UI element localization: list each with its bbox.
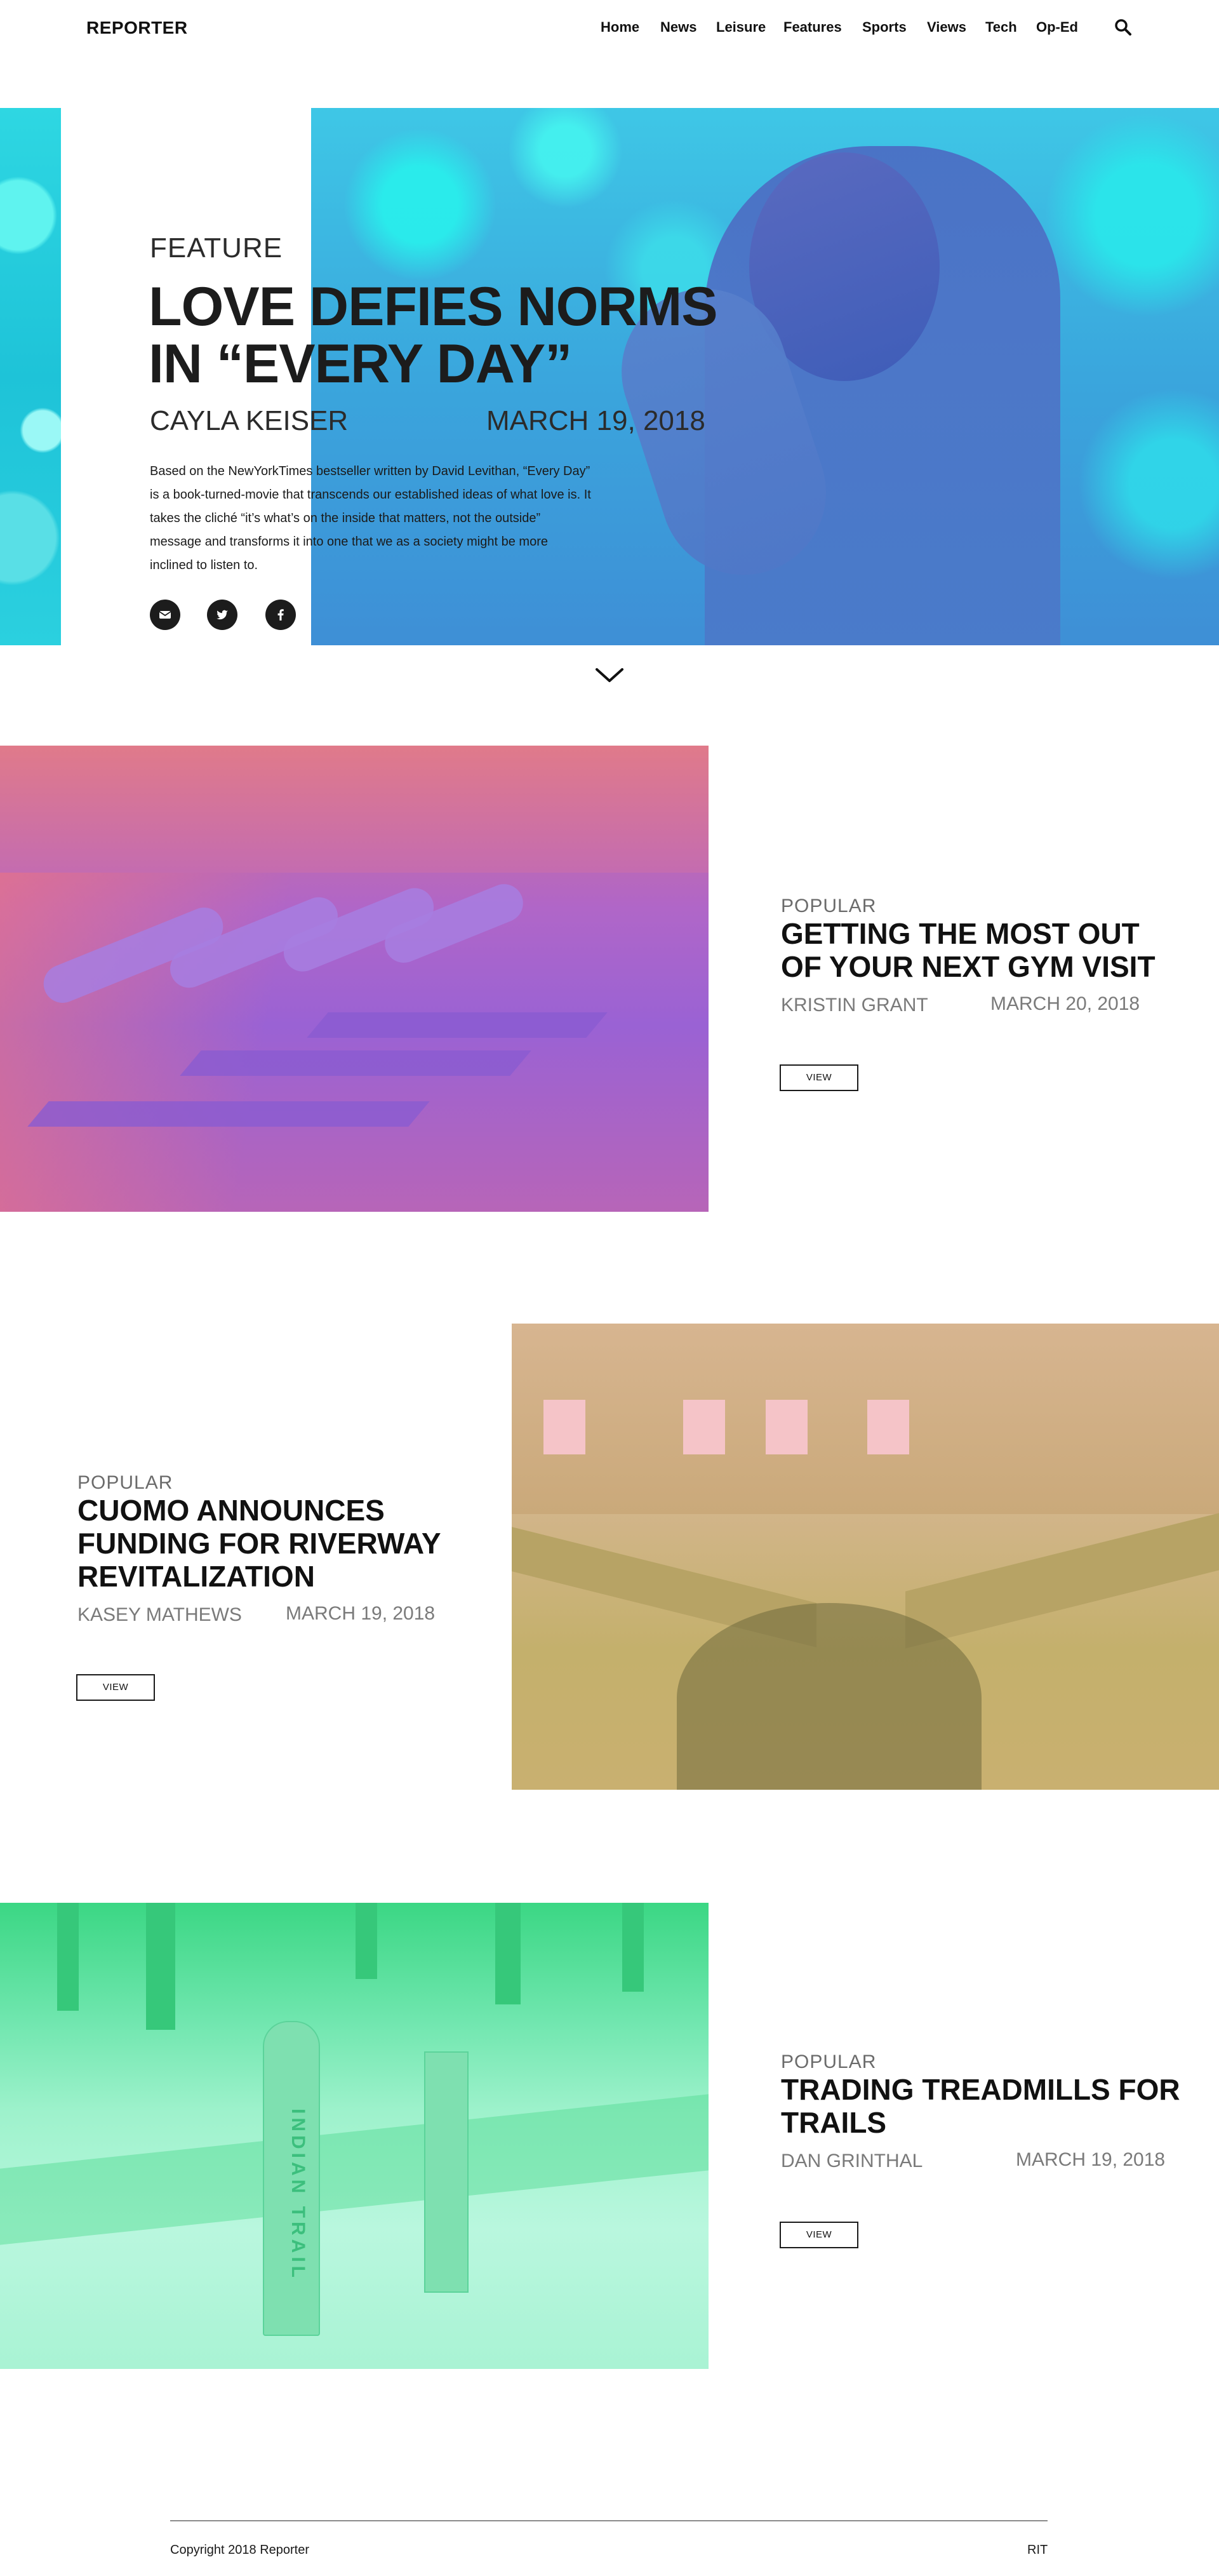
gym-image-floor	[307, 1012, 608, 1038]
trail-image-tree	[356, 1903, 377, 1979]
article-image-trail[interactable]	[0, 1903, 709, 2369]
article-title-line: TRAILS	[781, 2106, 887, 2139]
footer-divider	[170, 2520, 1048, 2521]
trail-image-tree	[495, 1903, 521, 2004]
nav-leisure[interactable]: Leisure	[716, 19, 766, 36]
nav-news[interactable]: News	[660, 19, 696, 36]
trail-image-shadow	[0, 2094, 709, 2245]
river-image-wall	[512, 1324, 1219, 1514]
article-category: POPULAR	[77, 1472, 173, 1493]
trail-image-post	[424, 2051, 469, 2293]
facebook-icon[interactable]	[265, 600, 296, 630]
hero-author: CAYLA KEISER	[150, 405, 349, 436]
article-title[interactable]: CUOMO ANNOUNCES FUNDING FOR RIVERWAY REV…	[77, 1494, 441, 1593]
article-title[interactable]: GETTING THE MOST OUT OF YOUR NEXT GYM VI…	[781, 917, 1156, 983]
nav-features[interactable]: Features	[783, 19, 842, 36]
river-image-window	[766, 1400, 808, 1454]
article-title-line: TRADING TREADMILLS FOR	[781, 2073, 1180, 2106]
twitter-icon[interactable]	[207, 600, 237, 630]
river-image-window	[867, 1400, 909, 1454]
nav-op-ed[interactable]: Op-Ed	[1036, 19, 1078, 36]
article-title-line: OF YOUR NEXT GYM VISIT	[781, 950, 1156, 983]
article-title[interactable]: TRADING TREADMILLS FOR TRAILS	[781, 2073, 1180, 2139]
hero-title-line-2: IN “EVERY DAY”	[149, 333, 572, 394]
river-image-figure	[677, 1603, 982, 1790]
article-category: POPULAR	[781, 896, 877, 916]
footer-rit-link[interactable]: RIT	[1027, 2543, 1048, 2558]
nav-tech[interactable]: Tech	[985, 19, 1017, 36]
article-category: POPULAR	[781, 2051, 877, 2072]
hero-title-line-1: LOVE DEFIES NORMS	[149, 276, 718, 337]
article-title-line: CUOMO ANNOUNCES	[77, 1494, 385, 1527]
chevron-down-icon[interactable]	[593, 666, 626, 685]
article-title-line: REVITALIZATION	[77, 1560, 315, 1593]
river-image-window	[543, 1400, 585, 1454]
search-icon[interactable]	[1114, 18, 1133, 37]
footer-copyright: Copyright 2018 Reporter	[170, 2543, 310, 2557]
trail-image-tree	[146, 1903, 175, 2030]
gym-image-floor	[27, 1101, 430, 1127]
river-image-bench	[905, 1513, 1219, 1649]
nav-views[interactable]: Views	[927, 19, 966, 36]
river-image-window	[683, 1400, 725, 1454]
trail-image-tree	[57, 1903, 79, 2011]
article-title-line: FUNDING FOR RIVERWAY	[77, 1527, 441, 1560]
article-date: MARCH 19, 2018	[1016, 2149, 1166, 2170]
email-icon[interactable]	[150, 600, 180, 630]
article-author: KASEY MATHEWS	[77, 1604, 242, 1625]
site-header: REPORTER Home News Leisure Features Spor…	[0, 0, 1219, 58]
article-image-riverway[interactable]	[512, 1324, 1219, 1790]
view-button[interactable]: VIEW	[780, 2222, 858, 2248]
hero-category: FEATURE	[150, 232, 283, 264]
article-image-gym[interactable]	[0, 746, 709, 1212]
view-button[interactable]: VIEW	[780, 1064, 858, 1091]
article-title-line: GETTING THE MOST OUT	[781, 917, 1140, 950]
article-date: MARCH 20, 2018	[990, 993, 1140, 1014]
hero-date: MARCH 19, 2018	[486, 405, 705, 436]
trail-sign-text: INDIAN TRAIL	[288, 2109, 309, 2281]
article-author: KRISTIN GRANT	[781, 995, 928, 1016]
trail-image-tree	[622, 1903, 644, 1992]
gym-image-floor	[180, 1050, 531, 1076]
gym-image-ceiling	[0, 746, 709, 873]
site-logo[interactable]: REPORTER	[86, 18, 188, 38]
view-button[interactable]: VIEW	[76, 1674, 155, 1701]
nav-sports[interactable]: Sports	[862, 19, 907, 36]
hero-image-strip	[0, 108, 61, 645]
article-author: DAN GRINTHAL	[781, 2150, 923, 2171]
article-date: MARCH 19, 2018	[286, 1603, 436, 1624]
hero-title[interactable]: LOVE DEFIES NORMS IN “EVERY DAY”	[149, 278, 720, 392]
nav-home[interactable]: Home	[601, 19, 639, 36]
hero-description: Based on the NewYorkTimes bestseller wri…	[150, 464, 591, 572]
